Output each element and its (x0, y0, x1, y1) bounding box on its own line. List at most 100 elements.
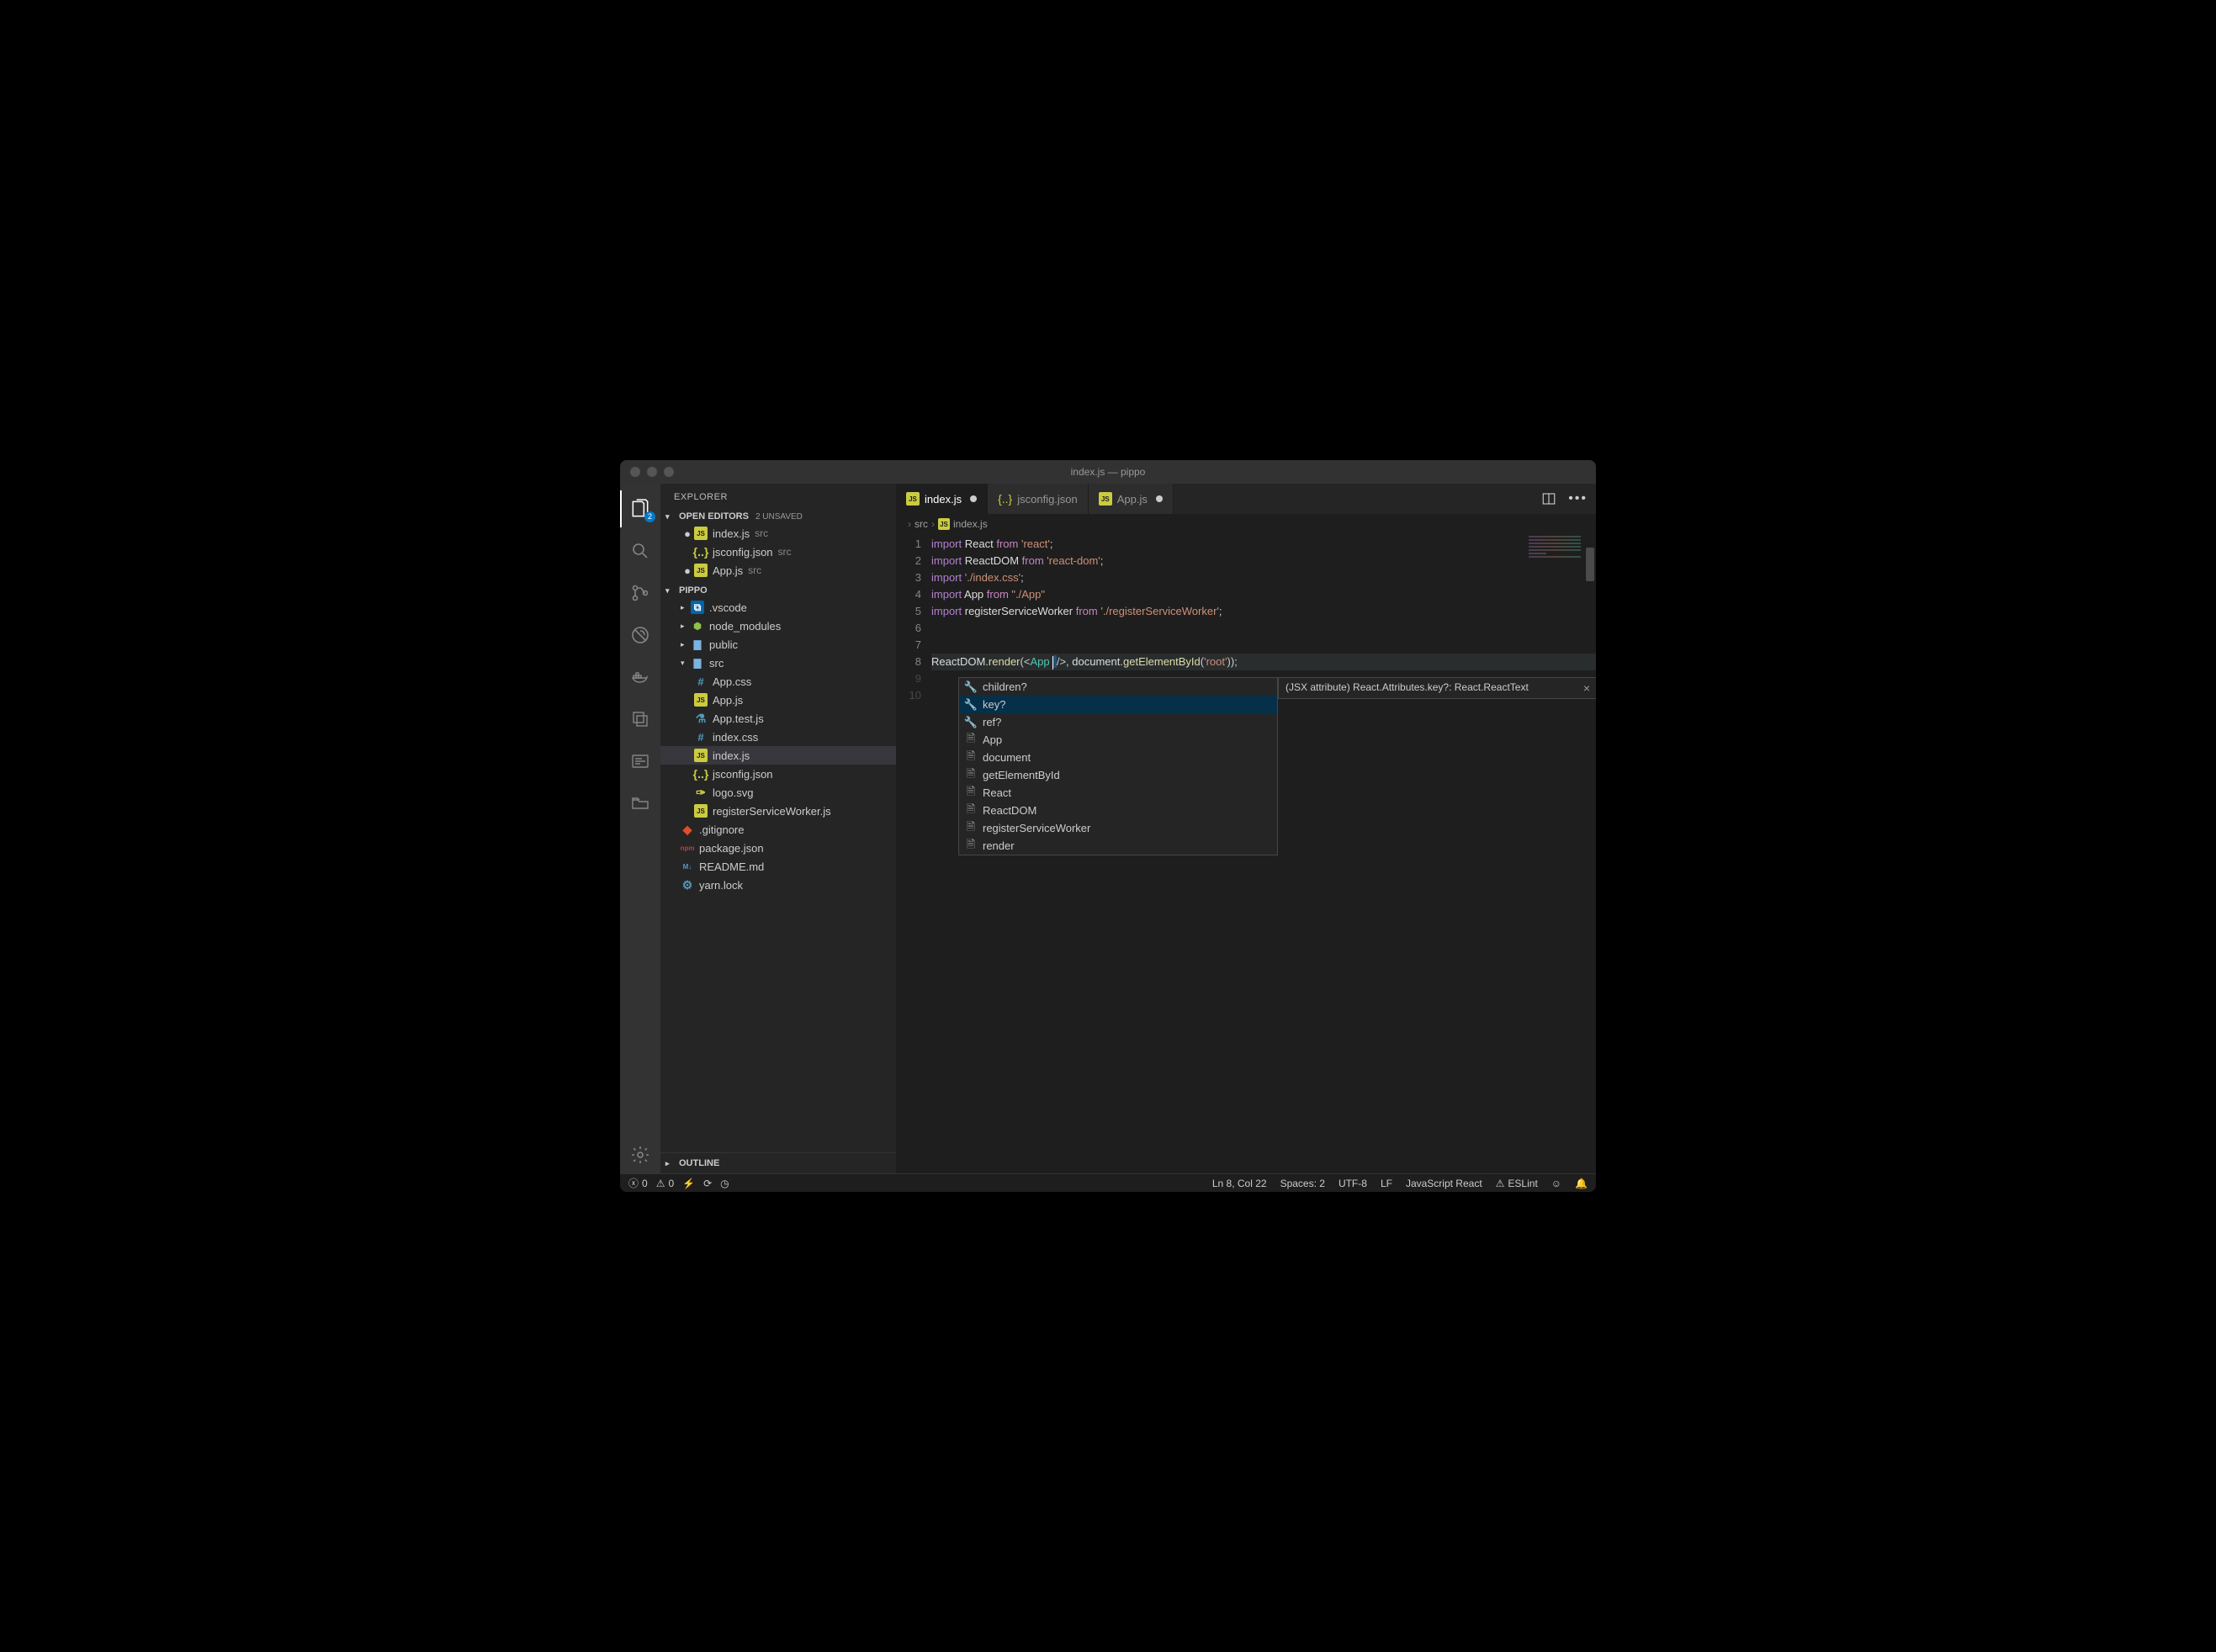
tree-file-selected[interactable]: JSindex.js (660, 746, 896, 765)
code-content[interactable]: import React from 'react'; import ReactD… (931, 534, 1596, 1173)
yarn-icon: ⚙ (681, 878, 694, 892)
output-icon[interactable] (620, 743, 660, 780)
tree-file[interactable]: ✑logo.svg (660, 783, 896, 802)
unsaved-badge: 2 UNSAVED (755, 512, 803, 522)
split-editor-icon[interactable] (1541, 491, 1556, 506)
suggest-item[interactable]: 🔧ref? (959, 713, 1277, 731)
tree-folder[interactable]: ▸▇public (660, 635, 896, 654)
suggest-item-selected[interactable]: 🔧key? (959, 696, 1277, 713)
scm-icon[interactable] (620, 574, 660, 612)
search-icon[interactable] (620, 532, 660, 569)
references-icon[interactable] (620, 701, 660, 738)
status-live[interactable]: ⟳ (703, 1178, 712, 1189)
tab-index[interactable]: JS index.js (896, 484, 988, 514)
more-icon[interactable]: ••• (1568, 491, 1588, 506)
js-icon: JS (694, 564, 708, 577)
project-header[interactable]: ▾ PIPPO (660, 583, 896, 598)
status-position[interactable]: Ln 8, Col 22 (1212, 1178, 1267, 1189)
status-errors[interactable]: ⓧ0 (628, 1176, 648, 1190)
status-eslint[interactable]: ⚠ESLint (1496, 1178, 1538, 1189)
suggest-item[interactable]: 🗎document (959, 749, 1277, 766)
tab-app[interactable]: JS App.js (1089, 484, 1174, 514)
scrollbar-thumb[interactable] (1586, 548, 1594, 581)
folders-icon[interactable] (620, 785, 660, 822)
dirty-dot-icon (970, 495, 977, 502)
clock-icon: ◷ (720, 1178, 729, 1189)
suggest-item[interactable]: 🗎getElementById (959, 766, 1277, 784)
tree-file[interactable]: JSApp.js (660, 691, 896, 709)
tree-file[interactable]: npmpackage.json (660, 839, 896, 857)
outline-header[interactable]: ▸ OUTLINE (660, 1152, 896, 1173)
tree-folder[interactable]: ▸⬢node_modules (660, 617, 896, 635)
js-icon: JS (1099, 492, 1112, 506)
suggest-item[interactable]: 🗎App (959, 731, 1277, 749)
minimap[interactable] (1525, 534, 1584, 1173)
gear-icon[interactable] (620, 1136, 660, 1173)
minimize-dot[interactable] (647, 467, 657, 477)
md-icon: M↓ (681, 860, 694, 873)
chevron-right-icon: › (908, 518, 911, 530)
tree-file[interactable]: #App.css (660, 672, 896, 691)
titlebar: index.js — pippo (620, 460, 1596, 484)
folder-open-icon: ▇ (691, 656, 704, 670)
status-encoding[interactable]: UTF-8 (1339, 1178, 1367, 1189)
status-eol[interactable]: LF (1381, 1178, 1392, 1189)
statusbar: ⓧ0 ⚠0 ⚡ ⟳ ◷ Ln 8, Col 22 Spaces: 2 UTF-8… (620, 1173, 1596, 1192)
close-dot[interactable] (630, 467, 640, 477)
suggest-item[interactable]: 🔧children? (959, 678, 1277, 696)
bell-icon: 🔔 (1575, 1178, 1588, 1189)
open-editors-header[interactable]: ▾ OPEN EDITORS 2 UNSAVED (660, 509, 896, 524)
status-spaces[interactable]: Spaces: 2 (1280, 1178, 1325, 1189)
tab-jsconfig[interactable]: {..} jsconfig.json (988, 484, 1089, 514)
status-clock[interactable]: ◷ (720, 1178, 729, 1189)
debug-icon[interactable] (620, 617, 660, 654)
status-prettier[interactable]: ⚡ (682, 1178, 695, 1189)
docker-icon[interactable] (620, 659, 660, 696)
sidebar: EXPLORER ▾ OPEN EDITORS 2 UNSAVED ● JS i… (660, 484, 896, 1173)
suggest-item[interactable]: 🗎ReactDOM (959, 802, 1277, 819)
status-bell[interactable]: 🔔 (1575, 1178, 1588, 1189)
scrollbar-vertical[interactable] (1584, 534, 1596, 1173)
js-icon: JS (906, 492, 920, 506)
tree-file[interactable]: ⚗App.test.js (660, 709, 896, 728)
file-icon: 🗎 (964, 819, 978, 838)
outline-label: OUTLINE (679, 1158, 719, 1168)
folder-icon: ▇ (691, 638, 704, 651)
activity-bar: 2 (620, 484, 660, 1173)
tree-file[interactable]: ⚙yarn.lock (660, 876, 896, 894)
close-icon[interactable]: × (1583, 681, 1590, 695)
editor-item[interactable]: ● JS index.js src (660, 524, 896, 543)
tab-actions: ••• (1533, 484, 1596, 514)
editor-item[interactable]: ● JS App.js src (660, 561, 896, 580)
tree-file[interactable]: {..}jsconfig.json (660, 765, 896, 783)
tree-file[interactable]: M↓README.md (660, 857, 896, 876)
editor-item[interactable]: {..} jsconfig.json src (660, 543, 896, 561)
file-tree: ▸⧉.vscode ▸⬢node_modules ▸▇public ▾▇src … (660, 598, 896, 897)
tree-file[interactable]: ◆.gitignore (660, 820, 896, 839)
css-icon: # (694, 730, 708, 744)
tree-folder-open[interactable]: ▾▇src (660, 654, 896, 672)
status-warnings[interactable]: ⚠0 (656, 1178, 674, 1189)
js-icon: JS (694, 749, 708, 762)
zoom-dot[interactable] (664, 467, 674, 477)
smiley-icon: ☺ (1551, 1178, 1561, 1189)
status-feedback[interactable]: ☺ (1551, 1178, 1561, 1189)
json-icon: {..} (694, 767, 708, 781)
tree-file[interactable]: #index.css (660, 728, 896, 746)
chevron-down-icon: ▾ (665, 586, 676, 596)
status-language[interactable]: JavaScript React (1406, 1178, 1482, 1189)
explorer-icon[interactable]: 2 (620, 490, 660, 527)
tree-file[interactable]: JSregisterServiceWorker.js (660, 802, 896, 820)
file-icon: 🗎 (964, 784, 978, 802)
breadcrumbs[interactable]: › src › JS index.js (896, 514, 1596, 534)
suggest-item[interactable]: 🗎registerServiceWorker (959, 819, 1277, 837)
code-area[interactable]: 12345678910 import React from 'react'; i… (896, 534, 1596, 1173)
tree-folder[interactable]: ▸⧉.vscode (660, 598, 896, 617)
open-editors-label: OPEN EDITORS (679, 511, 749, 522)
suggest-item[interactable]: 🗎React (959, 784, 1277, 802)
dirty-dot-icon: ● (681, 564, 694, 577)
chevron-right-icon: › (931, 518, 935, 530)
suggest-item[interactable]: 🗎render (959, 837, 1277, 855)
project-label: PIPPO (679, 585, 708, 596)
suggest-widget[interactable]: 🔧children? 🔧key? 🔧ref? 🗎App 🗎document 🗎g… (958, 677, 1278, 855)
